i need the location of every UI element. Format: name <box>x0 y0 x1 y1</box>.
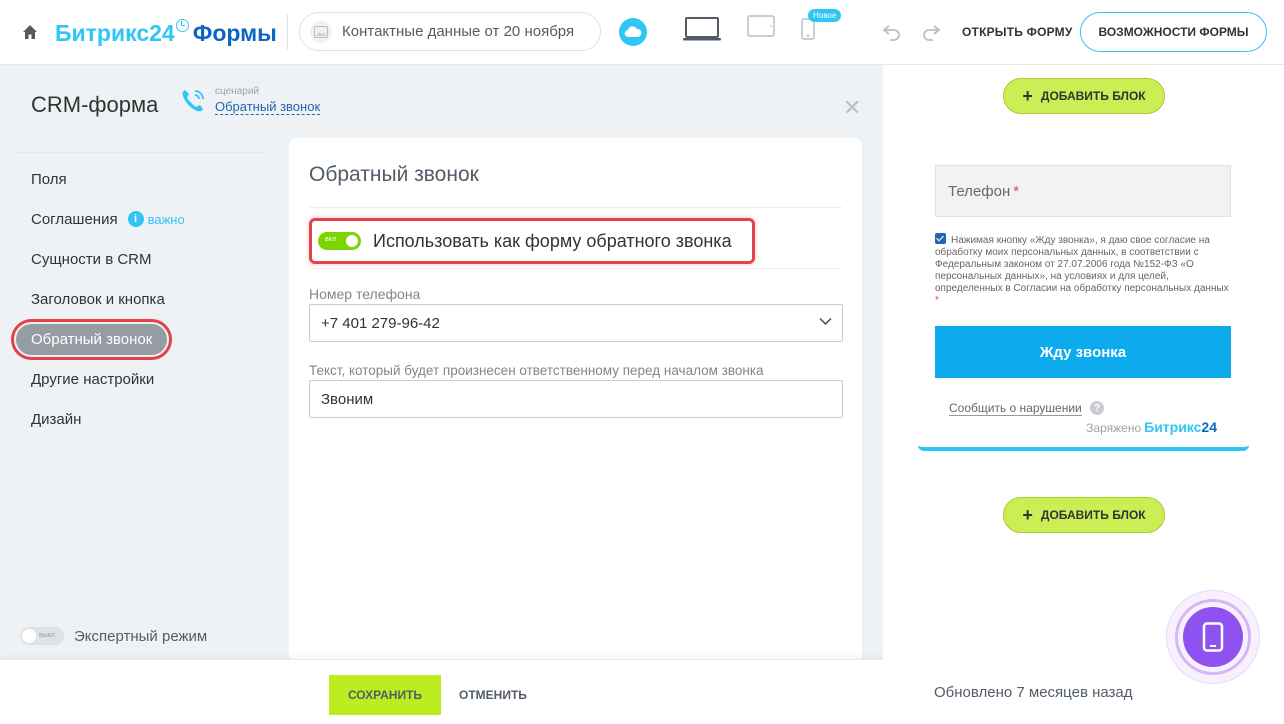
last-updated: Обновлено 7 месяцев назад <box>934 684 1133 701</box>
phone-icon <box>182 90 204 112</box>
divider <box>309 268 842 269</box>
desktop-icon[interactable] <box>682 16 722 42</box>
plus-icon: + <box>1022 85 1033 106</box>
page-title: CRM-форма <box>31 92 159 117</box>
expert-mode-label: Экспертный режим <box>74 627 208 645</box>
scenario-caption: сценарий <box>215 86 259 97</box>
top-bar: Битрикс24 Формы Контактные данные от 20 н… <box>0 0 1284 65</box>
preview-form: Телефон * Нажимая кнопку «Жду звонка», я … <box>918 143 1249 451</box>
plus-icon: + <box>1022 504 1033 525</box>
callback-toggle[interactable]: вкл <box>318 232 361 250</box>
form-features-button[interactable]: ВОЗМОЖНОСТИ ФОРМЫ <box>1080 12 1267 52</box>
form-name-text: Контактные данные от 20 ноября <box>342 23 575 40</box>
phone-number-select[interactable]: +7 401 279-96-42 <box>309 304 843 342</box>
nav-item-design[interactable]: Дизайн <box>14 399 264 439</box>
nav-item-callback[interactable]: Обратный звонок <box>10 318 264 360</box>
callback-settings-card: Обратный звонок вкл Использовать как фор… <box>289 138 862 659</box>
powered-by[interactable]: Заряжено Битрикс24 <box>1086 419 1217 435</box>
expert-mode-toggle[interactable]: выкл <box>20 627 64 645</box>
card-title: Обратный звонок <box>309 163 479 186</box>
speech-text-input[interactable]: Звоним <box>309 380 843 418</box>
divider <box>309 207 842 208</box>
nav-item-crm-entities[interactable]: Сущности в CRM <box>14 239 264 279</box>
add-block-button[interactable]: + ДОБАВИТЬ БЛОК <box>1003 78 1165 114</box>
cancel-button[interactable]: ОТМЕНИТЬ <box>459 688 527 702</box>
mobile-preview-button[interactable] <box>1166 590 1260 684</box>
info-icon: i <box>127 211 144 227</box>
settings-nav: Поля Соглашения i важно Сущности в CRM За… <box>10 152 264 439</box>
phone-number-label: Номер телефона <box>309 286 421 302</box>
open-form-link[interactable]: ОТКРЫТЬ ФОРМУ <box>962 25 1073 39</box>
mobile-preview-icon <box>1202 622 1224 652</box>
cloud-icon[interactable] <box>619 18 647 46</box>
redo-icon[interactable] <box>920 22 942 42</box>
close-icon[interactable]: ✕ <box>843 95 861 121</box>
tablet-icon[interactable] <box>747 15 775 37</box>
home-icon[interactable] <box>20 22 40 42</box>
form-name-field[interactable]: Контактные данные от 20 ноября <box>299 12 601 51</box>
settings-panel: CRM-форма сценарий Обратный звонок ✕ Пол… <box>0 65 883 659</box>
bottom-bar: СОХРАНИТЬ ОТМЕНИТЬ <box>0 659 883 724</box>
important-badge[interactable]: i важно <box>127 211 185 227</box>
chevron-down-icon <box>819 317 832 326</box>
help-icon[interactable]: ? <box>1090 401 1104 415</box>
speech-text-label: Текст, который будет произнесен ответств… <box>309 363 764 378</box>
nav-item-header-and-button[interactable]: Заголовок и кнопка <box>14 279 264 319</box>
report-abuse-link[interactable]: Сообщить о нарушении <box>949 401 1082 416</box>
brand-logo: Битрикс24 Формы <box>55 19 277 46</box>
divider <box>287 14 288 50</box>
expert-mode[interactable]: выкл Экспертный режим <box>20 627 207 645</box>
save-button[interactable]: СОХРАНИТЬ <box>329 675 441 715</box>
callback-toggle-row[interactable]: вкл Использовать как форму обратного зво… <box>309 218 755 264</box>
consent-checkbox[interactable]: Нажимая кнопку «Жду звонка», я даю свое … <box>935 233 1231 307</box>
scenario-link[interactable]: Обратный звонок <box>215 99 321 115</box>
checkbox-checked[interactable] <box>935 233 946 244</box>
nav-item-fields[interactable]: Поля <box>14 159 264 199</box>
nav-item-other-settings[interactable]: Другие настройки <box>14 359 264 399</box>
callback-toggle-label: Использовать как форму обратного звонка <box>373 230 732 251</box>
new-badge: Новое <box>808 9 842 22</box>
image-icon <box>310 20 332 43</box>
preview-phone-input[interactable]: Телефон * <box>935 165 1231 217</box>
undo-icon[interactable] <box>881 22 903 42</box>
submit-button[interactable]: Жду звонка <box>935 326 1231 378</box>
nav-item-agreements[interactable]: Соглашения i важно <box>14 199 264 239</box>
form-preview: + ДОБАВИТЬ БЛОК Телефон * Нажимая кнопку «… <box>883 65 1284 724</box>
add-block-button-bottom[interactable]: + ДОБАВИТЬ БЛОК <box>1003 497 1165 533</box>
